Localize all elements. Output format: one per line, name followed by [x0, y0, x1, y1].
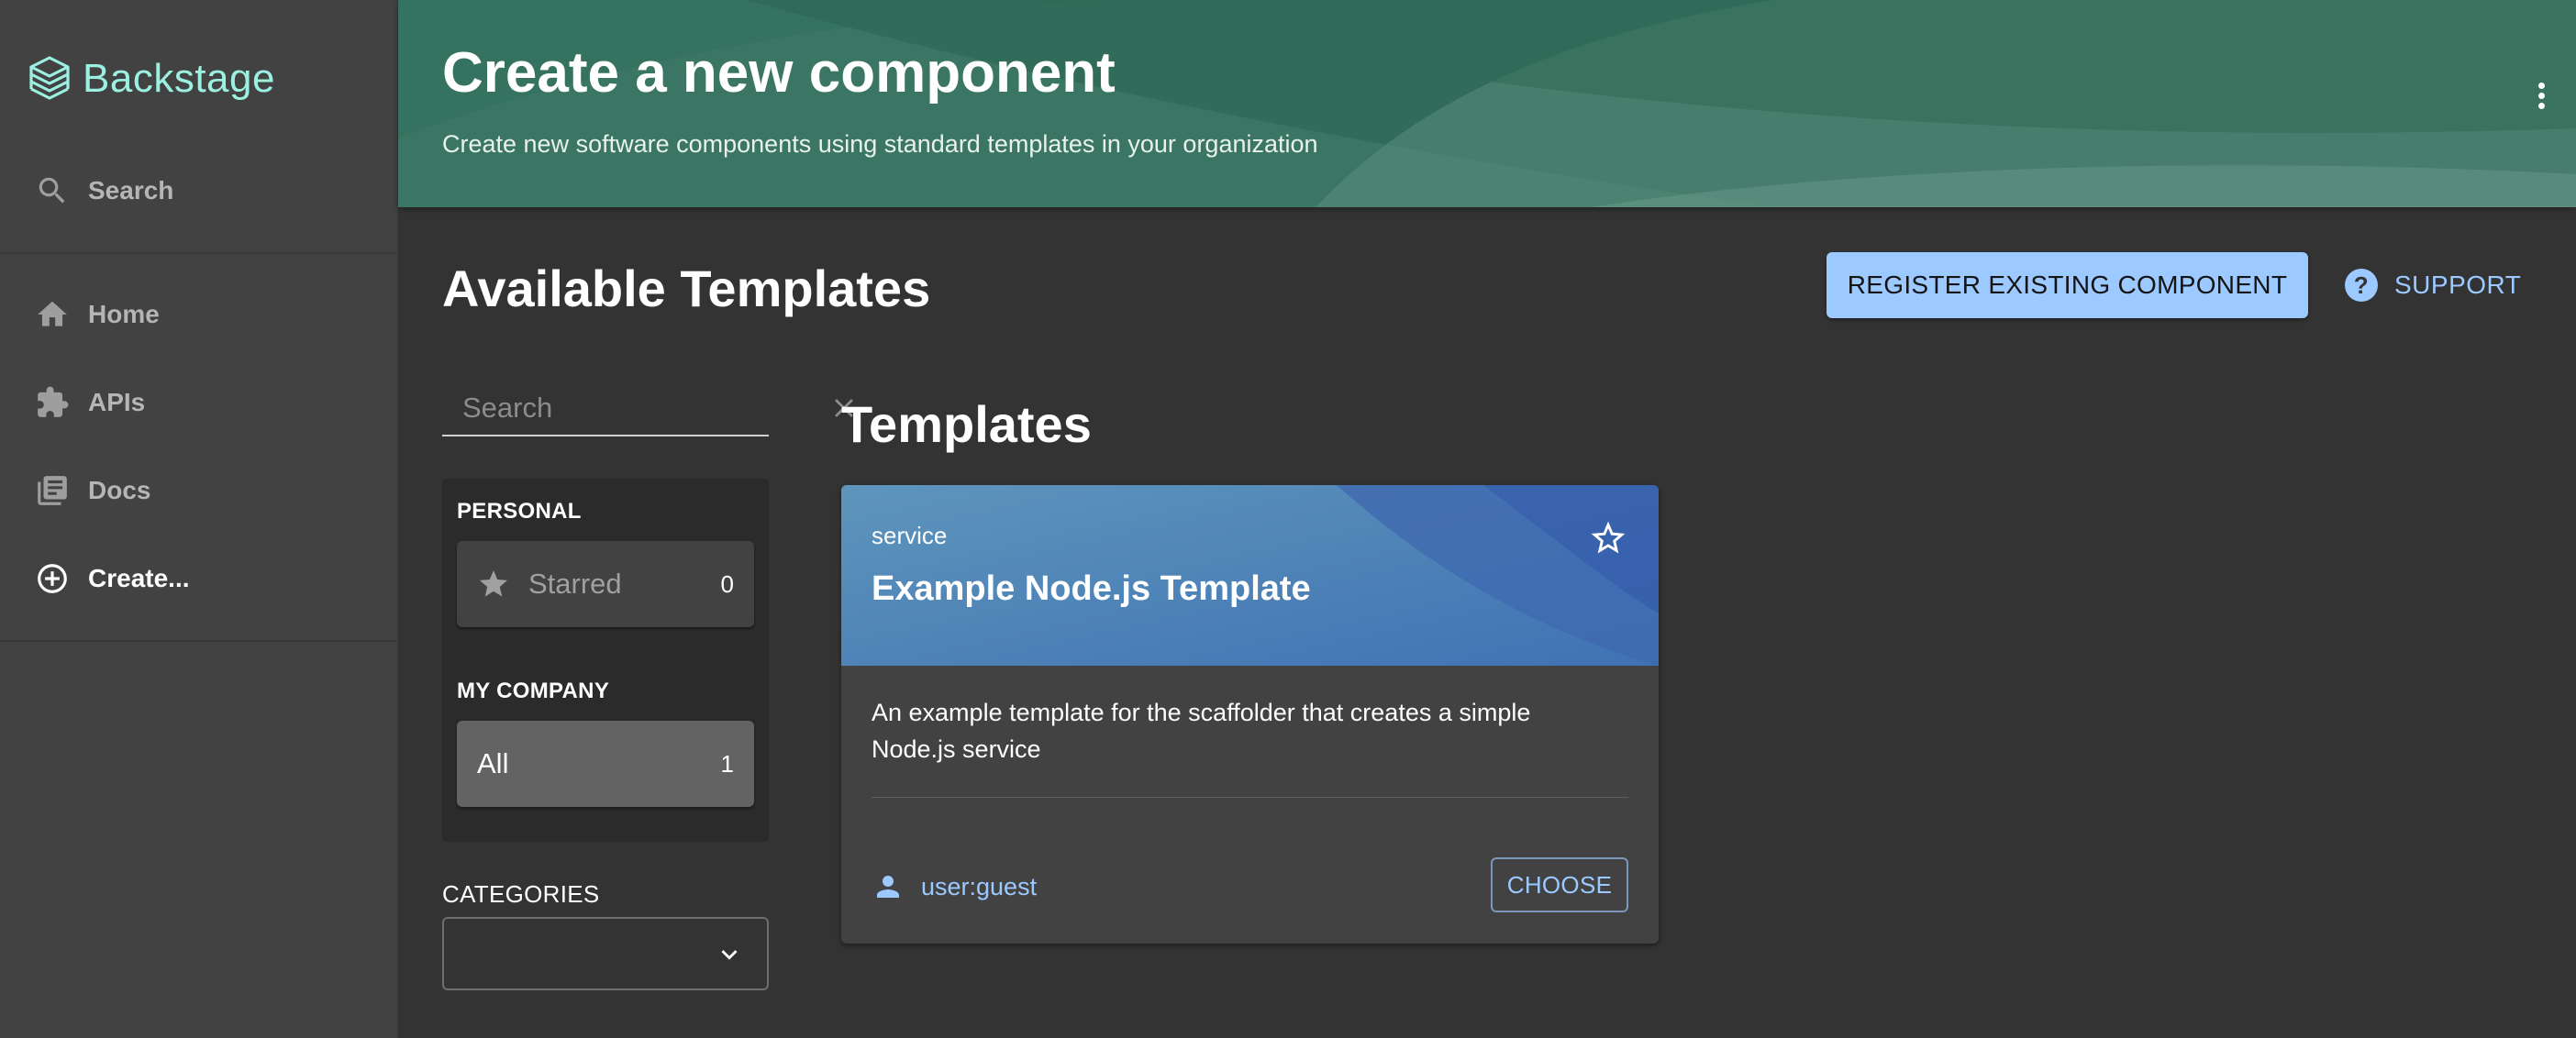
filter-all-count: 1	[720, 749, 734, 778]
sidebar-item-label: APIs	[88, 388, 146, 416]
person-icon	[877, 876, 899, 898]
sidebar-item-label: Docs	[88, 476, 151, 504]
app-root: Backstage Search Home APIs Docs Create..…	[0, 0, 2576, 1038]
support-label: SUPPORT	[2394, 271, 2522, 299]
star-outline-icon	[1591, 521, 1626, 554]
library-books-icon	[38, 476, 67, 505]
support-button[interactable]: ? SUPPORT	[2345, 266, 2521, 304]
more-vert-icon	[2537, 83, 2545, 89]
page-header: Create a new component Create new softwa…	[398, 0, 2576, 207]
sidebar-search[interactable]: Search	[0, 154, 398, 227]
star-icon	[480, 570, 507, 597]
template-type: service	[872, 522, 948, 549]
filter-starred-label: Starred	[528, 568, 622, 600]
template-search	[442, 381, 853, 436]
sidebar-item-label: Home	[88, 300, 160, 328]
template-card-header: service Example Node.js Template	[841, 485, 1659, 666]
card-divider	[872, 797, 1628, 798]
templates-heading: Templates	[841, 395, 1092, 453]
owner-filter-panel: PERSONAL Starred 0 MY COMPANY All 1	[442, 479, 769, 842]
puzzle-icon	[38, 386, 69, 417]
backstage-logo[interactable]: Backstage	[28, 50, 275, 108]
page-title: Create a new component	[442, 41, 1116, 105]
home-icon	[38, 301, 67, 326]
sidebar-item-apis[interactable]: APIs	[0, 366, 398, 439]
more-options-button[interactable]	[2534, 83, 2548, 119]
logo-text: Backstage	[83, 56, 275, 101]
sidebar-search-label: Search	[88, 176, 174, 204]
sidebar-item-docs[interactable]: Docs	[0, 454, 398, 527]
template-card: service Example Node.js Template An exam…	[841, 485, 1659, 944]
choose-button[interactable]: CHOOSE	[1491, 857, 1628, 912]
personal-heading: PERSONAL	[457, 499, 582, 524]
backstage-logo-icon	[29, 56, 70, 100]
sidebar-divider	[0, 252, 398, 254]
help-icon: ?	[2345, 269, 2378, 302]
search-input[interactable]	[446, 392, 828, 425]
template-owner-label: user:guest	[921, 872, 1038, 900]
favorite-button[interactable]	[1588, 518, 1628, 558]
template-title: Example Node.js Template	[872, 569, 1311, 608]
sidebar-divider	[0, 640, 398, 642]
sidebar-item-label: Create...	[88, 564, 190, 592]
page-subtitle: Create new software components using sta…	[442, 130, 1318, 158]
categories-select[interactable]	[442, 917, 769, 990]
categories-label: CATEGORIES	[442, 880, 600, 908]
sidebar-item-home[interactable]: Home	[0, 278, 398, 351]
filter-starred-count: 0	[720, 569, 734, 598]
sidebar: Backstage Search Home APIs Docs Create..…	[0, 0, 398, 1038]
filter-starred[interactable]: Starred 0	[457, 541, 754, 627]
register-existing-component-button[interactable]: REGISTER EXISTING COMPONENT	[1827, 252, 2308, 318]
company-heading: MY COMPANY	[457, 679, 610, 703]
filter-all[interactable]: All 1	[457, 721, 754, 807]
search-icon	[39, 177, 65, 204]
add-circle-icon	[38, 564, 67, 593]
template-owner-link[interactable]: user:guest	[872, 868, 1037, 905]
sidebar-item-create[interactable]: Create...	[0, 542, 398, 615]
filter-all-label: All	[477, 747, 509, 779]
content-title: Available Templates	[442, 260, 931, 317]
chevron-down-icon	[721, 950, 738, 960]
template-description: An example template for the scaffolder t…	[872, 699, 1531, 763]
